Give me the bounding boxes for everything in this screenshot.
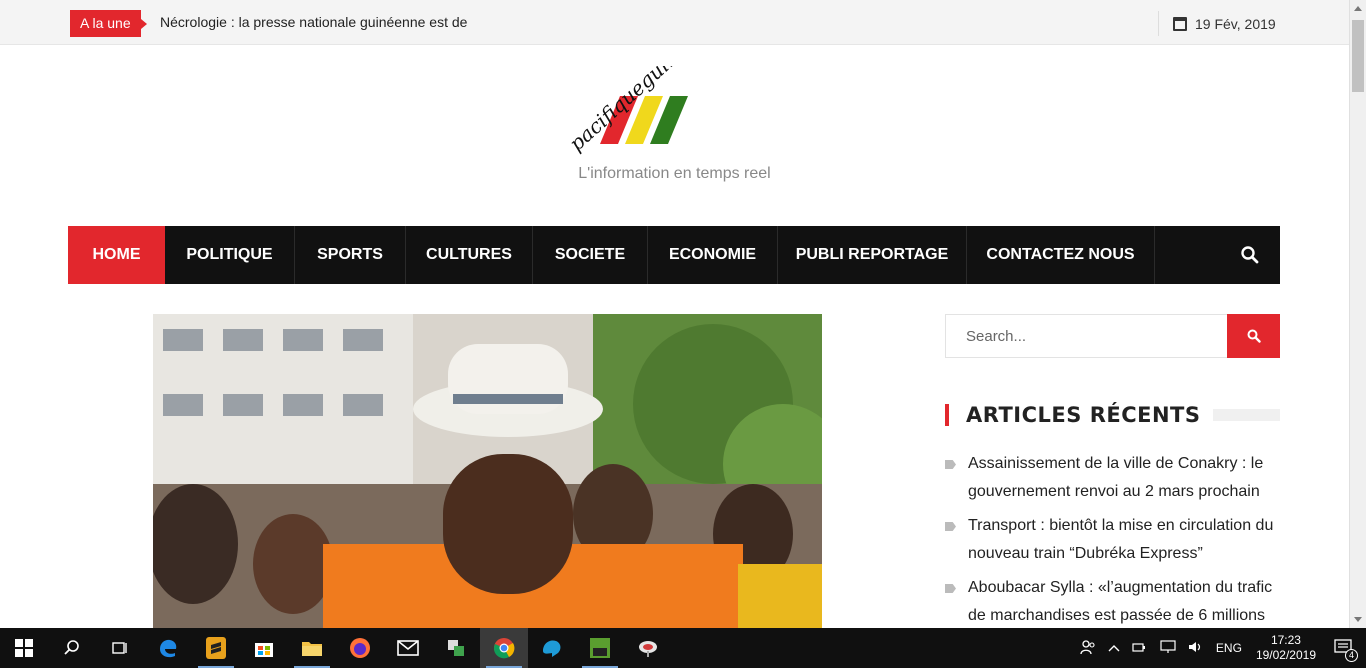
system-tray: ENG 17:23 19/02/2019 4 <box>1074 628 1366 668</box>
scroll-thumb[interactable] <box>1352 20 1364 92</box>
recent-articles-header: ARTICLES RÉCENTS <box>945 402 1280 428</box>
task-view-button[interactable] <box>96 628 144 668</box>
scroll-down-arrow-icon[interactable] <box>1354 617 1362 622</box>
action-center-icon[interactable]: 4 <box>1334 638 1358 662</box>
firefox-icon <box>350 638 370 658</box>
windows-taskbar: ENG 17:23 19/02/2019 4 <box>0 628 1366 668</box>
search-input[interactable] <box>945 314 1227 358</box>
site-logo[interactable]: pacifiqueguinee.com <box>564 0 736 162</box>
recent-article-item[interactable]: Aboubacar Sylla : «l’augmentation du tra… <box>945 574 1280 630</box>
people-icon[interactable] <box>1080 639 1096 658</box>
recent-article-item[interactable]: Assainissement de la ville de Conakry : … <box>945 450 1280 506</box>
terminal-app-button[interactable] <box>576 628 624 668</box>
sublime-button[interactable] <box>192 628 240 668</box>
search-taskbar-button[interactable] <box>48 628 96 668</box>
dolphin-icon <box>543 640 561 657</box>
search-icon <box>1247 329 1261 343</box>
tag-icon <box>945 460 956 469</box>
recent-articles-list: Assainissement de la ville de Conakry : … <box>945 450 1280 636</box>
store-icon <box>255 643 273 657</box>
tag-icon <box>945 584 956 593</box>
store-button[interactable] <box>240 628 288 668</box>
satellite-dish-icon <box>639 641 657 657</box>
search-button[interactable] <box>1227 314 1280 358</box>
vertical-scrollbar[interactable] <box>1349 0 1366 628</box>
site-tagline: L'information en temps reel <box>578 165 771 182</box>
edge-icon <box>160 639 177 658</box>
network-app-button[interactable] <box>432 628 480 668</box>
mail-icon <box>397 640 419 656</box>
chrome-button[interactable] <box>480 628 528 668</box>
start-button[interactable] <box>0 628 48 668</box>
mail-button[interactable] <box>384 628 432 668</box>
network-app-icon <box>448 640 464 656</box>
nav-cultures[interactable]: CULTURES <box>406 226 533 284</box>
date-display: 19 Fév, 2019 <box>1158 11 1276 36</box>
featured-article-image[interactable] <box>153 314 822 628</box>
magnifier-icon <box>64 640 79 655</box>
main-navigation: HOME POLITIQUE SPORTS CULTURES SOCIETE E… <box>68 226 1280 284</box>
power-icon[interactable] <box>1132 641 1148 656</box>
network-icon[interactable] <box>1160 639 1176 657</box>
terminal-icon <box>590 638 610 658</box>
title-divider <box>1212 409 1280 421</box>
clock-time: 17:23 <box>1270 633 1301 647</box>
nav-contactez-nous[interactable]: CONTACTEZ NOUS <box>967 226 1155 284</box>
notification-count: 4 <box>1345 648 1358 662</box>
recent-article-item[interactable]: Transport : bientôt la mise en circulati… <box>945 512 1280 568</box>
title-accent-bar <box>945 404 949 426</box>
firefox-button[interactable] <box>336 628 384 668</box>
date-text: 19 Fév, 2019 <box>1195 15 1276 32</box>
recent-articles-title: ARTICLES RÉCENTS <box>966 403 1201 427</box>
top-bar: A la une Nécrologie : la presse national… <box>0 0 1349 45</box>
sidebar-search <box>945 314 1280 358</box>
nav-societe[interactable]: SOCIETE <box>533 226 648 284</box>
recent-article-link[interactable]: Aboubacar Sylla : «l’augmentation du tra… <box>968 579 1272 624</box>
scroll-up-arrow-icon[interactable] <box>1354 6 1362 11</box>
volume-icon[interactable] <box>1188 640 1204 657</box>
chevron-up-icon[interactable] <box>1108 641 1120 655</box>
nav-home[interactable]: HOME <box>68 226 165 284</box>
satellite-app-button[interactable] <box>624 628 672 668</box>
windows-logo-icon <box>15 639 33 657</box>
folder-icon <box>302 642 322 656</box>
browser-page: A la une Nécrologie : la presse national… <box>0 0 1366 668</box>
nav-publi-reportage[interactable]: PUBLI REPORTAGE <box>778 226 967 284</box>
headline-badge: A la une <box>70 10 147 37</box>
nav-politique[interactable]: POLITIQUE <box>165 226 295 284</box>
calendar-icon <box>1173 16 1187 31</box>
nav-economie[interactable]: ECONOMIE <box>648 226 778 284</box>
nav-sports[interactable]: SPORTS <box>295 226 406 284</box>
task-view-icon <box>112 642 127 654</box>
recent-article-link[interactable]: Assainissement de la ville de Conakry : … <box>968 455 1263 500</box>
breaking-news-ticker[interactable]: Nécrologie : la presse nationale guinéen… <box>160 14 467 30</box>
recent-article-link[interactable]: Transport : bientôt la mise en circulati… <box>968 517 1273 562</box>
file-explorer-button[interactable] <box>288 628 336 668</box>
dolphin-app-button[interactable] <box>528 628 576 668</box>
language-indicator[interactable]: ENG <box>1216 641 1242 655</box>
tag-icon <box>945 522 956 531</box>
nav-search-icon[interactable] <box>1240 245 1260 265</box>
chrome-icon <box>494 638 515 659</box>
clock[interactable]: 17:23 19/02/2019 <box>1256 633 1316 663</box>
clock-date: 19/02/2019 <box>1255 648 1316 662</box>
sublime-icon <box>206 637 226 659</box>
edge-button[interactable] <box>144 628 192 668</box>
